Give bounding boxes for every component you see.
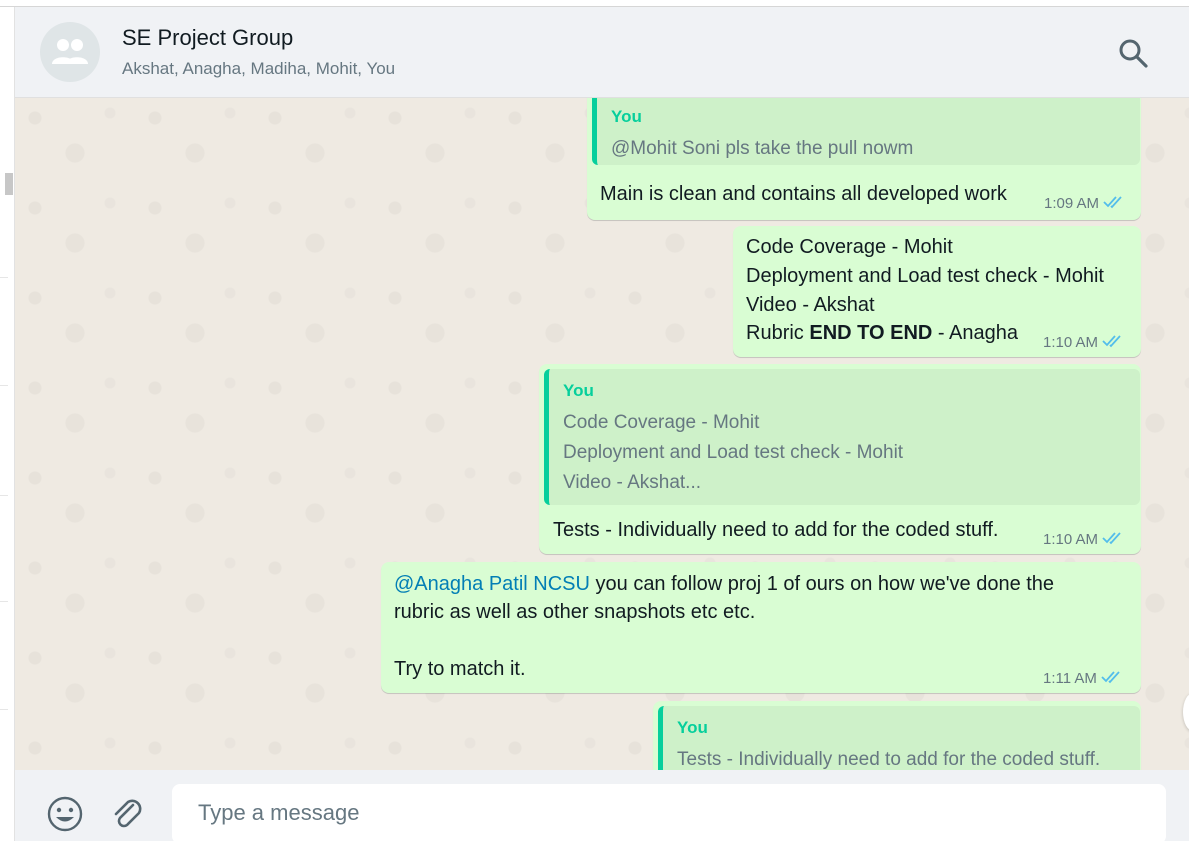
bold-text: END TO END xyxy=(809,322,933,344)
message-time: 1:10 AM xyxy=(1043,531,1099,548)
search-icon xyxy=(1119,39,1148,68)
message-meta: 1:10 AM xyxy=(1043,334,1124,352)
window-top-edge xyxy=(0,0,1189,7)
message-text: Main is clean and contains all developed… xyxy=(600,183,1007,205)
chat-list-edge xyxy=(0,7,15,841)
message-input-container[interactable] xyxy=(172,784,1166,844)
quoted-message[interactable]: You @Mohit Soni pls take the pull nowm xyxy=(592,98,1140,165)
message-text: Try to match it. xyxy=(394,658,526,680)
quoted-text: @Mohit Soni pls take the pull nowm xyxy=(611,138,914,159)
divider xyxy=(0,385,8,386)
divider xyxy=(0,495,8,496)
message-meta: 1:11 AM xyxy=(1043,670,1123,688)
quoted-author: You xyxy=(677,718,708,737)
quoted-message[interactable]: You Tests - Individually need to add for… xyxy=(658,706,1140,770)
attach-button[interactable] xyxy=(109,796,145,832)
message-bubble[interactable]: You Code Coverage - Mohit Deployment and… xyxy=(539,364,1141,554)
quoted-text: Code Coverage - Mohit xyxy=(563,412,760,433)
chat-header[interactable]: SE Project Group Akshat, Anagha, Madiha,… xyxy=(15,7,1189,98)
quoted-text: Video - Akshat... xyxy=(563,472,702,493)
divider xyxy=(0,709,8,710)
paperclip-icon xyxy=(114,799,142,828)
message-time: 1:11 AM xyxy=(1043,670,1097,687)
message-meta: 1:10 AM xyxy=(1043,531,1124,549)
message-text: @Anagha Patil NCSU you can follow proj 1… xyxy=(394,573,1054,596)
message-text: Deployment and Load test check - Mohit xyxy=(746,265,1104,287)
divider xyxy=(0,601,8,602)
mention-link[interactable]: @Anagha Patil NCSU xyxy=(394,573,590,595)
group-icon xyxy=(52,39,88,64)
text-segment: you can follow proj 1 of ours on how we'… xyxy=(589,573,1055,595)
search-button[interactable] xyxy=(1115,35,1151,71)
text-segment: - Anagha xyxy=(932,322,1018,344)
message-bubble[interactable]: Code Coverage - Mohit Deployment and Loa… xyxy=(733,226,1141,357)
chat-participants: Akshat, Anagha, Madiha, Mohit, You xyxy=(122,59,396,78)
message-meta: 1:09 AM xyxy=(1044,195,1125,213)
message-time: 1:09 AM xyxy=(1044,195,1100,212)
message-input[interactable] xyxy=(172,784,1158,842)
composer-bar xyxy=(15,770,1189,844)
chat-list-scrollbar[interactable] xyxy=(5,173,13,195)
message-text: Video - Akshat xyxy=(746,294,875,316)
message-text: Tests - Individually need to add for the… xyxy=(553,519,999,541)
message-text: Rubric END TO END - Anagha xyxy=(746,322,1018,345)
read-ticks-icon xyxy=(1102,531,1124,549)
quoted-text: Tests - Individually need to add for the… xyxy=(677,749,1101,770)
divider xyxy=(0,277,8,278)
message-bubble[interactable]: You Tests - Individually need to add for… xyxy=(653,701,1141,770)
message-list[interactable]: You @Mohit Soni pls take the pull nowm M… xyxy=(15,98,1189,770)
read-ticks-icon xyxy=(1101,670,1123,688)
message-text: rubric as well as other snapshots etc et… xyxy=(394,601,756,623)
message-text: Code Coverage - Mohit xyxy=(746,236,953,258)
read-ticks-icon xyxy=(1102,334,1124,352)
read-ticks-icon xyxy=(1103,195,1125,213)
message-bubble[interactable]: @Anagha Patil NCSU you can follow proj 1… xyxy=(381,562,1141,693)
message-bubble[interactable]: You @Mohit Soni pls take the pull nowm M… xyxy=(587,98,1141,220)
quoted-message[interactable]: You Code Coverage - Mohit Deployment and… xyxy=(544,369,1140,505)
group-avatar[interactable] xyxy=(40,22,100,82)
quoted-text: Deployment and Load test check - Mohit xyxy=(563,442,904,463)
chat-title[interactable]: SE Project Group xyxy=(122,25,293,51)
message-time: 1:10 AM xyxy=(1043,334,1099,351)
text-segment: Rubric xyxy=(746,322,810,344)
quoted-author: You xyxy=(611,107,642,126)
emoji-button[interactable] xyxy=(45,794,85,834)
quoted-author: You xyxy=(563,381,594,400)
emoji-icon xyxy=(47,796,83,832)
